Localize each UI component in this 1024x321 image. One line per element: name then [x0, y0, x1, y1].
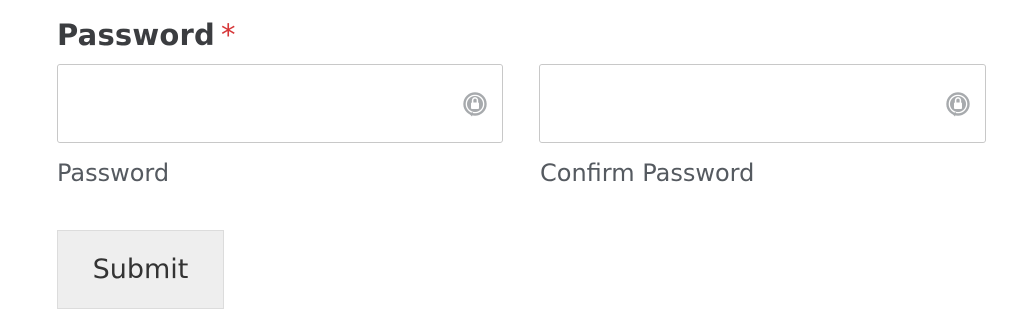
password-input[interactable]: [58, 65, 502, 142]
required-asterisk: *: [220, 18, 236, 52]
password-manager-lock-icon[interactable]: [460, 89, 490, 119]
password-manager-lock-icon[interactable]: [943, 89, 973, 119]
confirm-password-input[interactable]: [540, 65, 985, 142]
confirm-password-sublabel: Confirm Password: [540, 159, 755, 187]
password-sublabel: Password: [57, 159, 170, 187]
field-title-text: Password: [57, 18, 215, 52]
confirm-password-input-container: [539, 64, 986, 143]
submit-button[interactable]: Submit: [57, 230, 224, 309]
password-input-container: [57, 64, 503, 143]
password-field-title: Password *: [57, 15, 236, 55]
